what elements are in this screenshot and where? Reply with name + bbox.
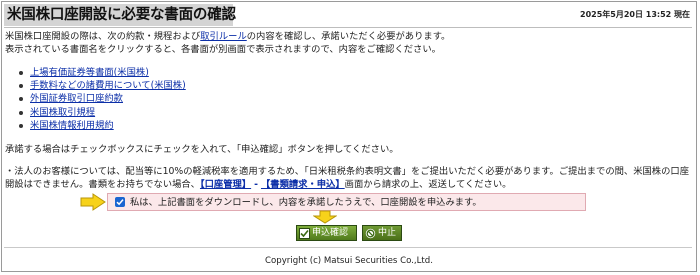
instruction-text: 承諾する場合はチェックボックスにチェックを入れて、「申込確認」ボタンを押してくだ… bbox=[5, 144, 399, 155]
intro-line-1-prefix: 米国株口座開設の際は、次の約款・規程および bbox=[5, 31, 201, 42]
timestamp: 2025年5月20日 13:52 現在 bbox=[580, 10, 690, 19]
consent-checkbox[interactable] bbox=[115, 197, 125, 207]
account-management-link[interactable]: 【口座管理】 bbox=[200, 179, 251, 190]
document-link-fees[interactable]: 手数料などの諸費用について(米国株) bbox=[30, 80, 186, 91]
document-list-item: 米国株取引規程 bbox=[18, 106, 186, 119]
intro-line-1-suffix: の内容を確認し、承諾いただく必要があります。 bbox=[246, 31, 451, 42]
intro-line-2: 表示されている書面名をクリックすると、各書面が別画面で表示されますので、内容をご… bbox=[5, 44, 441, 55]
notice-line-1: ・法人のお客様については、配当等に10%の軽減税率を適用するため、「日米租税条約… bbox=[5, 166, 689, 177]
document-list: 上場有価証券等書面(米国株) 手数料などの諸費用について(米国株) 外国証券取引… bbox=[18, 66, 186, 132]
document-list-item: 手数料などの諸費用について(米国株) bbox=[18, 79, 186, 92]
arrow-right-icon bbox=[80, 193, 106, 211]
notice-line-2: 開設はできません。書類をお持ちでない場合、【口座管理】 - 【書類請求・申込】画面か… bbox=[5, 178, 693, 191]
link-separator: - bbox=[254, 179, 258, 190]
page-title: 米国株口座開設に必要な書面の確認 bbox=[4, 4, 236, 26]
consent-area: 私は、上記書面をダウンロードし、内容を承諾したうえで、口座開設を申込みます。 bbox=[107, 193, 586, 211]
document-list-item: 外国証券取引口座約款 bbox=[18, 92, 186, 105]
document-link-foreign-account-agreement[interactable]: 外国証券取引口座約款 bbox=[30, 93, 123, 104]
document-link-us-stock-rules[interactable]: 米国株取引規程 bbox=[30, 107, 95, 118]
document-list-item: 米国株情報利用規約 bbox=[18, 119, 186, 132]
copyright-text: Copyright (c) Matsui Securities Co.,Ltd. bbox=[265, 256, 433, 266]
apply-confirm-label: 申込確認 bbox=[312, 228, 349, 238]
document-list-item: 上場有価証券等書面(米国株) bbox=[18, 66, 186, 79]
trading-rules-link[interactable]: 取引ルール bbox=[200, 31, 247, 42]
intro-line-1: 米国株口座開設の際は、次の約款・規程および取引ルールの内容を確認し、承諾いただく… bbox=[5, 30, 685, 43]
corporate-notice: ・法人のお客様については、配当等に10%の軽減税率を適用するため、「日米租税条約… bbox=[5, 165, 693, 191]
apply-confirm-button[interactable]: 申込確認 bbox=[296, 225, 357, 241]
consent-label[interactable]: 私は、上記書面をダウンロードし、内容を承諾したうえで、口座開設を申込みます。 bbox=[130, 196, 482, 209]
notice-line-2-prefix: 開設はできません。書類をお持ちでない場合、 bbox=[5, 179, 200, 190]
footer-divider bbox=[4, 247, 692, 248]
page-header: 米国株口座開設に必要な書面の確認 2025年5月20日 13:52 現在 bbox=[4, 4, 692, 26]
check-icon bbox=[299, 227, 310, 239]
document-link-us-stock-info-terms[interactable]: 米国株情報利用規約 bbox=[30, 120, 114, 131]
document-link-listed-securities[interactable]: 上場有価証券等書面(米国株) bbox=[30, 67, 149, 78]
arrow-down-icon bbox=[313, 210, 337, 224]
intro-text: 米国株口座開設の際は、次の約款・規程および取引ルールの内容を確認し、承諾いただく… bbox=[5, 30, 685, 56]
prohibited-icon bbox=[365, 228, 376, 239]
document-request-link[interactable]: 【書類請求・申込】 bbox=[261, 179, 345, 190]
cancel-label: 中止 bbox=[378, 228, 397, 238]
cancel-button[interactable]: 中止 bbox=[362, 225, 402, 241]
header-divider bbox=[4, 27, 692, 28]
checkmark-icon bbox=[116, 199, 124, 206]
notice-line-2-suffix: 画面から請求の上、返送してください。 bbox=[344, 179, 512, 190]
